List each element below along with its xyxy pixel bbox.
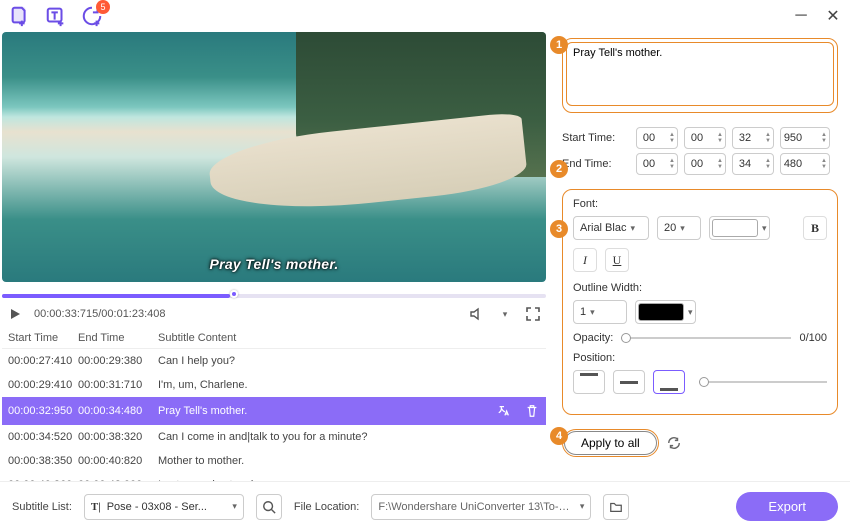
subtitle-file-select[interactable]: T| Pose - 03x08 - Ser... ▾ — [84, 494, 244, 520]
pos-bottom-button[interactable] — [653, 370, 685, 394]
end-time-label: End Time: — [562, 158, 630, 170]
table-row[interactable]: 00:00:38:35000:00:40:820Mother to mother… — [2, 449, 546, 473]
style-panel: Font: Arial Blac▾ 20▾ ▾ B I U Outline Wi… — [562, 189, 838, 415]
end-hh-stepper[interactable]: 00▲▼ — [636, 153, 678, 175]
add-file-icon[interactable] — [8, 4, 32, 28]
row-end: 00:00:34:480 — [78, 405, 158, 417]
row-content: Can I help you? — [158, 355, 540, 367]
delete-icon[interactable] — [524, 403, 540, 419]
outline-color-select[interactable]: ▾ — [635, 300, 696, 324]
opacity-slider[interactable] — [621, 337, 791, 339]
font-size-select[interactable]: 20▾ — [657, 216, 701, 240]
font-color-select[interactable]: ▾ — [709, 216, 770, 240]
row-end: 00:00:40:820 — [78, 455, 158, 467]
col-end: End Time — [78, 332, 158, 344]
subtitle-text-input[interactable] — [566, 42, 834, 106]
outline-label: Outline Width: — [573, 282, 827, 294]
subtitle-list: 00:00:27:41000:00:29:380Can I help you?0… — [2, 349, 546, 481]
outline-width-select[interactable]: 1▾ — [573, 300, 627, 324]
top-toolbar: 5 ─ ✕ — [0, 0, 850, 32]
table-row[interactable]: 00:00:27:41000:00:29:380Can I help you? — [2, 349, 546, 373]
video-preview[interactable]: Pray Tell's mother. — [2, 32, 546, 282]
row-end: 00:00:31:710 — [78, 379, 158, 391]
volume-icon[interactable] — [468, 305, 486, 323]
step-marker-3: 3 — [550, 220, 568, 238]
table-row[interactable]: 00:00:40:86000:00:42:000I got some ice t… — [2, 473, 546, 481]
italic-button[interactable]: I — [573, 248, 597, 272]
browse-folder-icon[interactable] — [603, 494, 629, 520]
end-ss-stepper[interactable]: 34▲▼ — [732, 153, 774, 175]
start-hh-stepper[interactable]: 00▲▼ — [636, 127, 678, 149]
subtitle-text-panel — [562, 38, 838, 113]
fullscreen-icon[interactable] — [524, 305, 542, 323]
position-slider[interactable] — [699, 381, 827, 383]
table-row[interactable]: 00:00:34:52000:00:38:320Can I come in an… — [2, 425, 546, 449]
end-ms-stepper[interactable]: 480▲▼ — [780, 153, 830, 175]
file-location-select[interactable]: F:\Wondershare UniConverter 13\To-bur ▾ — [371, 494, 591, 520]
row-content: Pray Tell's mother. — [158, 405, 496, 417]
opacity-value: 0/100 — [799, 332, 827, 344]
row-start: 00:00:32:950 — [8, 405, 78, 417]
end-mm-stepper[interactable]: 00▲▼ — [684, 153, 726, 175]
translate-icon[interactable] — [496, 403, 512, 419]
auto-sub-icon[interactable]: 5 — [80, 4, 104, 28]
volume-chevron-icon[interactable]: ▾ — [496, 305, 514, 323]
row-content: Mother to mother. — [158, 455, 540, 467]
close-icon[interactable]: ✕ — [824, 7, 842, 25]
bold-button[interactable]: B — [803, 216, 827, 240]
video-subtitle-overlay: Pray Tell's mother. — [209, 256, 338, 272]
timecode-readout: 00:00:33:715/00:01:23:408 — [34, 308, 166, 320]
col-content: Subtitle Content — [158, 332, 540, 344]
table-row[interactable]: 00:00:32:95000:00:34:480Pray Tell's moth… — [2, 397, 546, 425]
start-mm-stepper[interactable]: 00▲▼ — [684, 127, 726, 149]
refresh-icon[interactable] — [665, 434, 683, 452]
font-family-select[interactable]: Arial Blac▾ — [573, 216, 649, 240]
step-marker-2: 2 — [550, 160, 568, 178]
start-ms-stepper[interactable]: 950▲▼ — [780, 127, 830, 149]
bottom-bar: Subtitle List: T| Pose - 03x08 - Ser... … — [0, 481, 850, 531]
minimize-icon[interactable]: ─ — [792, 7, 810, 25]
row-content: I'm, um, Charlene. — [158, 379, 540, 391]
time-panel: Start Time: 00▲▼ 00▲▼ 32▲▼ 950▲▼ End Tim… — [562, 127, 838, 175]
table-row[interactable]: 00:00:29:41000:00:31:710I'm, um, Charlen… — [2, 373, 546, 397]
step-marker-4: 4 — [550, 427, 568, 445]
font-label: Font: — [573, 198, 827, 210]
step-marker-1: 1 — [550, 36, 568, 54]
text-file-icon: T| — [91, 501, 101, 513]
start-ss-stepper[interactable]: 32▲▼ — [732, 127, 774, 149]
row-end: 00:00:38:320 — [78, 431, 158, 443]
timeline-slider[interactable] — [2, 292, 546, 300]
row-start: 00:00:29:410 — [8, 379, 78, 391]
subtitle-list-label: Subtitle List: — [12, 501, 72, 513]
row-end: 00:00:29:380 — [78, 355, 158, 367]
start-time-label: Start Time: — [562, 132, 630, 144]
export-button[interactable]: Export — [736, 492, 838, 521]
col-start: Start Time — [8, 332, 78, 344]
pos-mid-button[interactable] — [613, 370, 645, 394]
row-start: 00:00:27:410 — [8, 355, 78, 367]
search-icon[interactable] — [256, 494, 282, 520]
row-start: 00:00:38:350 — [8, 455, 78, 467]
play-icon[interactable] — [6, 305, 24, 323]
row-content: Can I come in and|talk to you for a minu… — [158, 431, 540, 443]
apply-to-all-button[interactable]: Apply to all — [564, 431, 657, 455]
badge-count: 5 — [96, 0, 110, 14]
opacity-label: Opacity: — [573, 332, 613, 344]
pos-top-button[interactable] — [573, 370, 605, 394]
position-label: Position: — [573, 352, 827, 364]
underline-button[interactable]: U — [605, 248, 629, 272]
add-text-icon[interactable] — [44, 4, 68, 28]
file-location-label: File Location: — [294, 501, 359, 513]
subtitle-list-header: Start Time End Time Subtitle Content — [2, 328, 546, 349]
row-start: 00:00:34:520 — [8, 431, 78, 443]
